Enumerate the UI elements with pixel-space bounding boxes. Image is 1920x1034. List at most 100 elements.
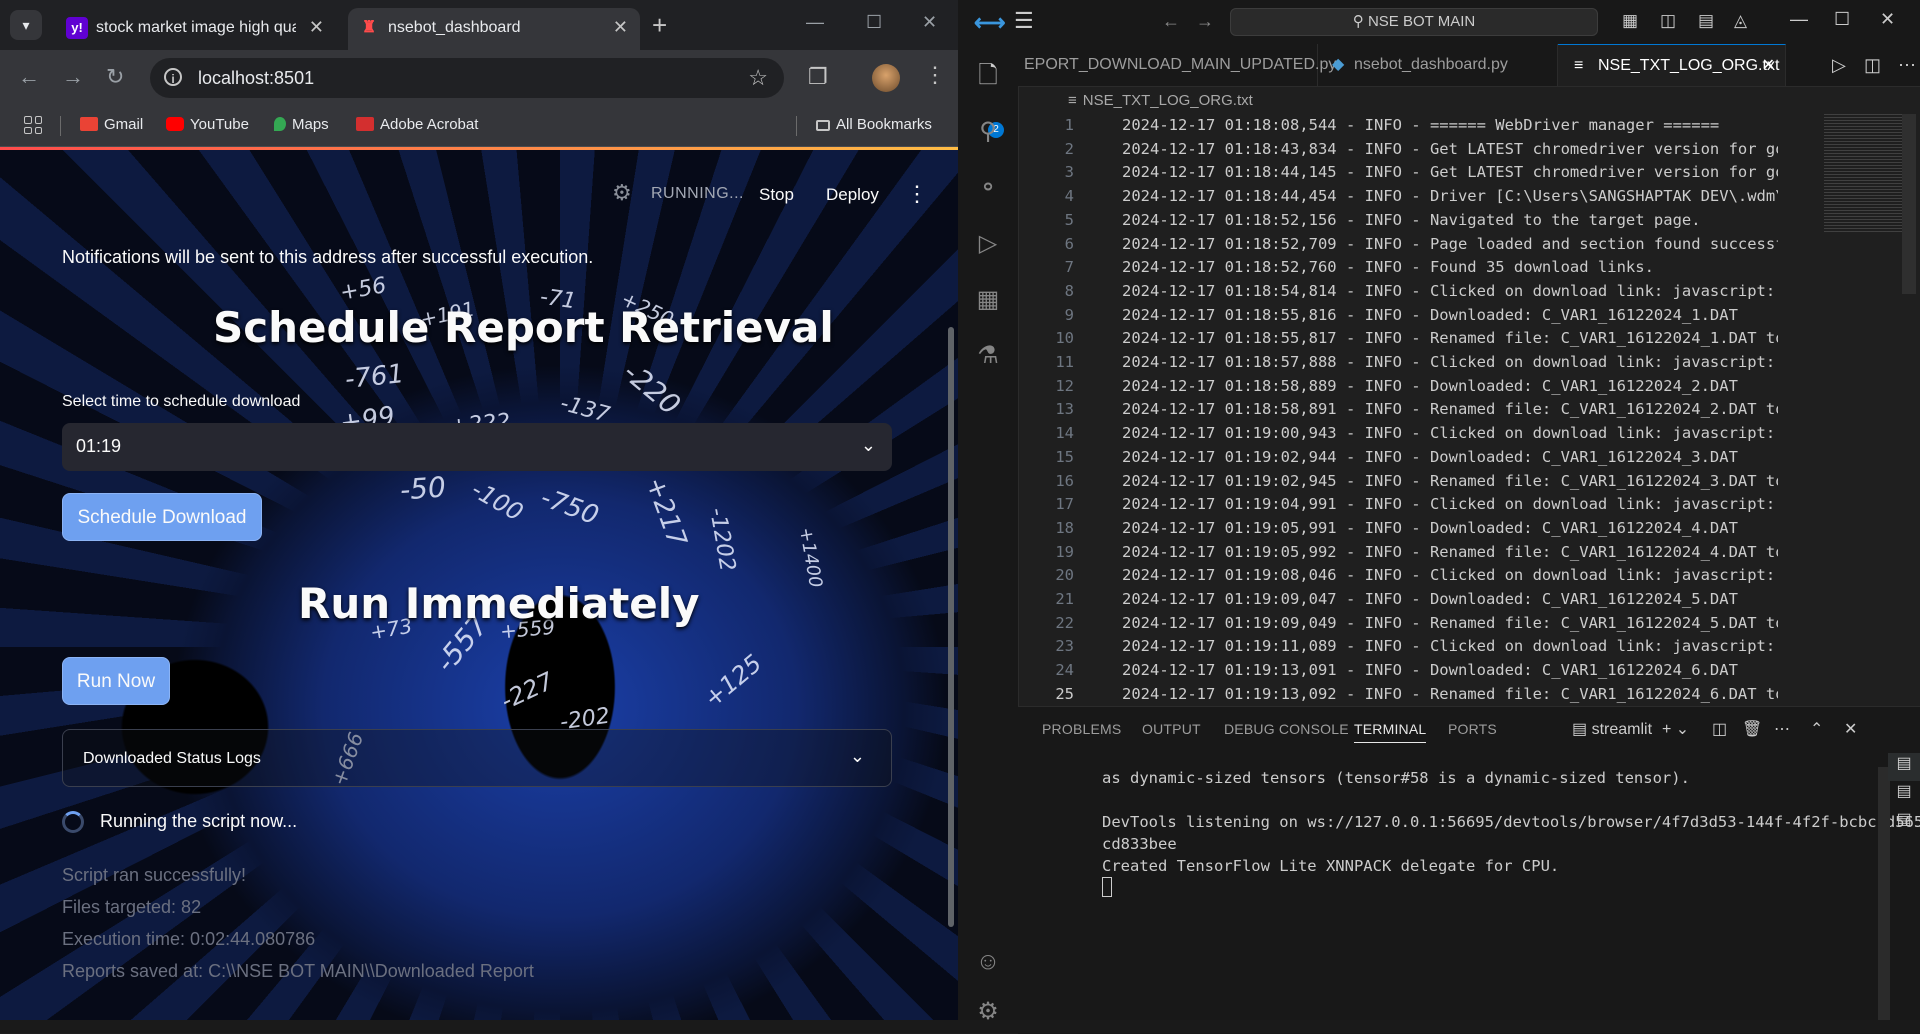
split-editor-icon[interactable]: ◫ [1864,44,1881,86]
toggle-sidebar-icon[interactable]: ◫ [1660,11,1676,31]
more-actions-icon[interactable]: ⋯ [1898,44,1916,86]
back-icon[interactable]: ← [1162,11,1180,32]
bookmark-label: Gmail [104,116,144,133]
bookmark-maps[interactable]: Maps [274,116,329,133]
bookmark-star-icon[interactable]: ☆ [748,65,768,91]
code-line: 25 2024-12-17 01:19:13,092 - INFO - Renam… [1018,683,1778,706]
streamlit-app: +56 +191 -71 +250 -761 +99 +222 -137 -22… [0,147,958,1020]
tab-search-button[interactable]: ▾ [10,10,42,40]
more-actions-icon[interactable]: ⋯ [1774,719,1790,739]
youtube-icon [166,117,184,131]
close-window-icon[interactable]: ✕ [1880,9,1895,30]
toggle-panel-icon[interactable]: ▤ [1698,11,1714,31]
forward-icon[interactable]: → [1196,11,1214,32]
site-info-icon[interactable]: i [164,68,182,86]
panel-tab-problems[interactable]: PROBLEMS [1042,721,1121,737]
code-line: 6 2024-12-17 01:18:52,709 - INFO - Page l… [1018,233,1778,257]
tab-strip: ▾ y! stock market image high quality ✕ ♜… [0,0,958,50]
extensions-icon[interactable]: ❐ [808,64,828,90]
terminal-output[interactable]: as dynamic-sized tensors (tensor#58 is a… [1102,767,1920,899]
running-status: RUNNING... [651,185,744,202]
tab-nsebot-dashboard[interactable]: ◆ nsebot_dashboard.py [1318,44,1558,86]
run-debug-icon[interactable]: ▷ [972,228,1004,260]
minimize-icon[interactable]: — [806,12,824,33]
new-terminal-icon[interactable]: + ⌄ [1662,719,1689,739]
bookmark-youtube[interactable]: YouTube [166,116,249,133]
maximize-panel-icon[interactable]: ⌃ [1810,719,1823,739]
terminal-instance-icon[interactable]: ▤ [1888,809,1920,837]
panel-tab-ports[interactable]: PORTS [1448,721,1497,737]
line-number: 16 [1055,471,1074,490]
maximize-icon[interactable]: ☐ [866,12,882,33]
minimize-icon[interactable]: — [1790,9,1808,30]
terminal-line: Created TensorFlow Lite XNNPACK delegate… [1102,857,1560,875]
deploy-button[interactable]: Deploy [826,185,879,205]
address-bar[interactable]: i localhost:8501 ☆ [150,58,784,98]
line-number: 24 [1055,661,1074,680]
line-text: 2024-12-17 01:19:04,991 - INFO - Clicked… [1122,495,1778,514]
tab-stock-market[interactable]: y! stock market image high quality ✕ [56,8,336,50]
folder-icon [816,120,830,131]
close-tab-icon[interactable]: ✕ [1762,45,1775,87]
forward-icon[interactable]: → [62,64,84,90]
code-line: 11 2024-12-17 01:18:57,888 - INFO - Click… [1018,351,1778,375]
search-icon[interactable]: ⚲ [972,116,1004,148]
close-window-icon[interactable]: ✕ [922,12,937,33]
command-center-search[interactable]: ⚲ NSE BOT MAIN [1230,8,1598,36]
main-menu-icon[interactable]: ⋮ [906,181,928,207]
line-number: 9 [1064,305,1074,324]
new-tab-button[interactable]: + [652,12,667,38]
account-icon[interactable]: ☺ [972,946,1004,978]
explorer-icon[interactable]: 🗋 [972,60,1004,92]
stop-button[interactable]: Stop [759,185,794,205]
schedule-time-select[interactable]: 01:19 ⌄ [62,423,892,471]
terminal-instance-icon[interactable]: ▤ [1888,781,1920,809]
tab-report-download-main[interactable]: EPORT_DOWNLOAD_MAIN_UPDATED.py [1018,44,1336,86]
toggle-secondary-sidebar-icon[interactable]: ◬ [1734,11,1747,31]
running-man-icon: ⚙ [612,180,632,205]
apps-grid-icon[interactable] [24,116,42,134]
run-now-button[interactable]: Run Now [62,657,170,705]
editor-scrollbar[interactable] [1902,114,1916,294]
reload-icon[interactable]: ↻ [106,64,124,90]
vscode-titlebar: ⟷ ☰ ← → ⚲ NSE BOT MAIN ▦ ◫ ▤ ◬ — ☐ ✕ [958,0,1920,45]
line-text: 2024-12-17 01:18:54,814 - INFO - Clicked… [1122,281,1778,300]
schedule-download-button[interactable]: Schedule Download [62,493,262,541]
code-editor[interactable]: 1 2024-12-17 01:18:08,544 - INFO - ======… [1018,114,1778,706]
split-terminal-icon[interactable]: ◫ [1712,719,1727,739]
page-scrollbar[interactable] [948,327,954,927]
back-icon[interactable]: ← [18,64,40,90]
line-number: 23 [1055,637,1074,656]
terminal-list: ▤ ▤ ▤ [1888,753,1920,837]
line-number: 3 [1064,163,1074,182]
panel-tab-terminal[interactable]: TERMINAL [1354,721,1427,743]
browser-menu-icon[interactable]: ⋮ [924,62,946,88]
run-file-icon[interactable]: ▷ [1832,44,1846,86]
close-tab-icon[interactable]: ✕ [613,17,628,38]
customize-layout-icon[interactable]: ▦ [1622,11,1638,31]
tab-nsebot-dashboard[interactable]: ♜ nsebot_dashboard ✕ [348,8,640,50]
panel-tab-debug-console[interactable]: DEBUG CONSOLE [1224,721,1349,737]
bookmark-gmail[interactable]: Gmail [80,116,143,133]
terminal-selector[interactable]: ▤ streamlit [1572,719,1652,739]
menu-icon[interactable]: ☰ [1014,8,1034,34]
status-logs-expander[interactable]: Downloaded Status Logs ⌄ [62,729,892,787]
maximize-icon[interactable]: ☐ [1834,9,1850,30]
close-tab-icon[interactable]: ✕ [309,17,324,38]
bookmark-adobe-acrobat[interactable]: Adobe Acrobat [356,116,478,133]
line-number: 18 [1055,518,1074,537]
source-control-icon[interactable]: ⚬ [972,172,1004,204]
minimap[interactable] [1824,114,1902,234]
terminal-instance-icon[interactable]: ▤ [1888,753,1920,781]
line-number: 21 [1055,590,1074,608]
close-panel-icon[interactable]: ✕ [1844,719,1857,739]
trash-icon[interactable]: 🗑 [1742,719,1762,739]
profile-avatar[interactable] [872,64,900,92]
testing-icon[interactable]: ⚗ [972,340,1004,372]
line-text: 2024-12-17 01:19:05,992 - INFO - Renamed… [1122,542,1778,561]
extensions-icon[interactable]: ▦ [972,284,1004,316]
all-bookmarks[interactable]: All Bookmarks [816,116,932,133]
tab-nse-txt-log[interactable]: ≡ NSE_TXT_LOG_ORG.txt ✕ [1558,44,1786,86]
panel-tab-output[interactable]: OUTPUT [1142,721,1201,737]
breadcrumb[interactable]: ≡ NSE_TXT_LOG_ORG.txt [1068,92,1253,109]
